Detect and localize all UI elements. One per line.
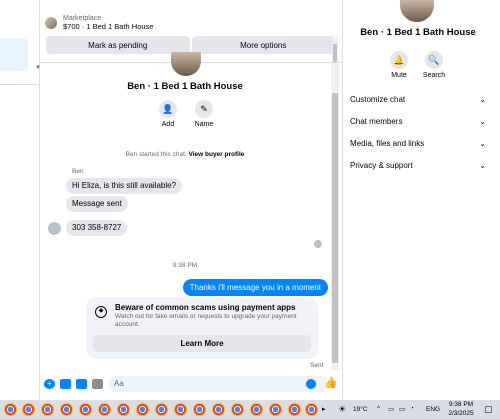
- chevron-down-icon: ⌄: [479, 117, 486, 126]
- warning-body: Watch out for fake emails or requests to…: [115, 313, 297, 328]
- incoming-message: Hi Eliza, is this still available?: [66, 178, 183, 194]
- chevron-down-icon: ⌄: [479, 139, 486, 148]
- chat-scrollbar[interactable]: [331, 63, 339, 371]
- panel-title: Ben · 1 Bed 1 Bath House: [360, 27, 476, 38]
- clock-date[interactable]: 2/3/2025: [445, 410, 477, 417]
- sender-avatar: [48, 222, 61, 235]
- browser-app-icon[interactable]: [117, 403, 130, 416]
- scroll-down-arrow-icon[interactable]: ▼: [35, 65, 41, 71]
- browser-app-icon[interactable]: [193, 403, 206, 416]
- left-sidebar: [0, 0, 40, 400]
- header-scrollbar-thumb[interactable]: [333, 44, 337, 64]
- mark-as-pending-button[interactable]: Mark as pending: [46, 36, 190, 54]
- notification-icon[interactable]: ▢: [484, 404, 493, 415]
- started-text: Ben started this chat.: [125, 151, 187, 158]
- thumbs-up-icon[interactable]: 👍: [324, 378, 338, 389]
- message-composer: + Aa 👍: [40, 373, 342, 395]
- browser-app-icon[interactable]: [79, 403, 92, 416]
- chat-window: Marketplace $700 · 1 Bed 1 Bath House Ma…: [35, 0, 342, 400]
- message-input-placeholder: Aa: [114, 379, 124, 388]
- tray-chevron-up-icon[interactable]: ^: [377, 405, 380, 412]
- panel-avatar: [400, 0, 434, 22]
- section-media-files-links[interactable]: Media, files and links ⌄: [350, 139, 486, 148]
- chat-title: Ben · 1 Bed 1 Bath House: [127, 81, 243, 92]
- browser-app-icon[interactable]: [22, 403, 35, 416]
- browser-app-icon[interactable]: [41, 403, 54, 416]
- warning-title: Beware of common scams using payment app…: [115, 303, 296, 312]
- chat-scrollbar-thumb[interactable]: [332, 93, 338, 363]
- chevron-down-icon: ⌄: [479, 161, 486, 170]
- add-label: Add: [161, 121, 175, 128]
- browser-app-icon[interactable]: [250, 403, 263, 416]
- message-status: Sent: [310, 362, 324, 369]
- scam-warning-card: ◆ Beware of common scams using payment a…: [86, 297, 318, 359]
- temperature[interactable]: 19°C: [353, 406, 368, 413]
- listing-header[interactable]: Marketplace $700 · 1 Bed 1 Bath House: [45, 12, 153, 34]
- message-input[interactable]: Aa: [108, 376, 330, 392]
- sticker-icon[interactable]: [76, 379, 87, 389]
- gif-icon[interactable]: [92, 379, 103, 389]
- section-privacy-support[interactable]: Privacy & support ⌄: [350, 161, 486, 170]
- mute-label: Mute: [391, 72, 407, 79]
- browser-app-icon[interactable]: [288, 403, 301, 416]
- chat-avatar: [171, 52, 201, 76]
- more-options-button[interactable]: More options: [191, 36, 335, 54]
- language-indicator[interactable]: ENG: [426, 406, 440, 413]
- seen-avatar-icon: [314, 240, 322, 248]
- incoming-message: Message sent: [66, 196, 128, 212]
- bell-icon[interactable]: 🔔: [390, 51, 408, 69]
- emoji-icon[interactable]: [306, 379, 316, 389]
- view-buyer-profile-link[interactable]: View buyer profile: [189, 151, 245, 158]
- tray-icon[interactable]: ▭: [399, 405, 405, 413]
- message-timestamp: 9:38 PM: [172, 262, 198, 269]
- learn-more-button[interactable]: Learn More: [93, 335, 311, 352]
- weather-icon[interactable]: ☀: [338, 404, 346, 415]
- sender-name: Ben: [72, 168, 84, 175]
- shield-icon: ◆: [95, 306, 107, 318]
- section-customize-chat[interactable]: Customize chat ⌄: [350, 95, 486, 104]
- edit-name-icon[interactable]: ✎: [195, 100, 213, 118]
- windows-taskbar: ▸ ☀ 19°C ^ ▭ ▭ ◔ ENG 9:38 PM 2/3/2025 ▢: [0, 400, 500, 419]
- browser-app-icon[interactable]: [60, 403, 73, 416]
- browser-app-icon[interactable]: [155, 403, 168, 416]
- sidebar-divider: [0, 84, 40, 85]
- tray-icon[interactable]: ▭: [388, 405, 394, 413]
- listing-category: Marketplace: [63, 15, 102, 22]
- browser-app-icon[interactable]: [269, 403, 282, 416]
- browser-app-icon[interactable]: [136, 403, 149, 416]
- listing-thumbnail: [45, 17, 57, 29]
- network-icon[interactable]: ◔: [410, 405, 414, 412]
- browser-app-icon[interactable]: [98, 403, 111, 416]
- chat-details-panel: Ben · 1 Bed 1 Bath House 🔔 Mute 🔍 Search…: [342, 0, 500, 400]
- listing-title: $700 · 1 Bed 1 Bath House: [63, 22, 154, 31]
- section-chat-members[interactable]: Chat members ⌄: [350, 117, 486, 126]
- chevron-down-icon: ⌄: [479, 95, 486, 104]
- chat-started-notice: Ben started this chat. View buyer profil…: [40, 151, 330, 158]
- image-icon[interactable]: [60, 379, 71, 389]
- browser-app-icon[interactable]: [174, 403, 187, 416]
- taskbar-overflow-arrow-icon[interactable]: ▸: [322, 405, 326, 413]
- browser-app-icon[interactable]: [305, 403, 318, 416]
- browser-app-icon[interactable]: [231, 403, 244, 416]
- incoming-message: 303 358-8727: [66, 220, 128, 236]
- name-label: Name: [194, 121, 214, 128]
- outgoing-message: Thanks i'll message you in a moment: [182, 279, 328, 296]
- add-person-icon[interactable]: 👤: [159, 100, 177, 118]
- search-icon[interactable]: 🔍: [425, 51, 443, 69]
- plus-icon[interactable]: +: [44, 379, 55, 389]
- browser-app-icon[interactable]: [4, 403, 17, 416]
- browser-app-icon[interactable]: [212, 403, 225, 416]
- selected-conversation-highlight[interactable]: [0, 38, 28, 71]
- search-label: Search: [422, 72, 446, 79]
- clock-time[interactable]: 9:38 PM: [445, 401, 477, 408]
